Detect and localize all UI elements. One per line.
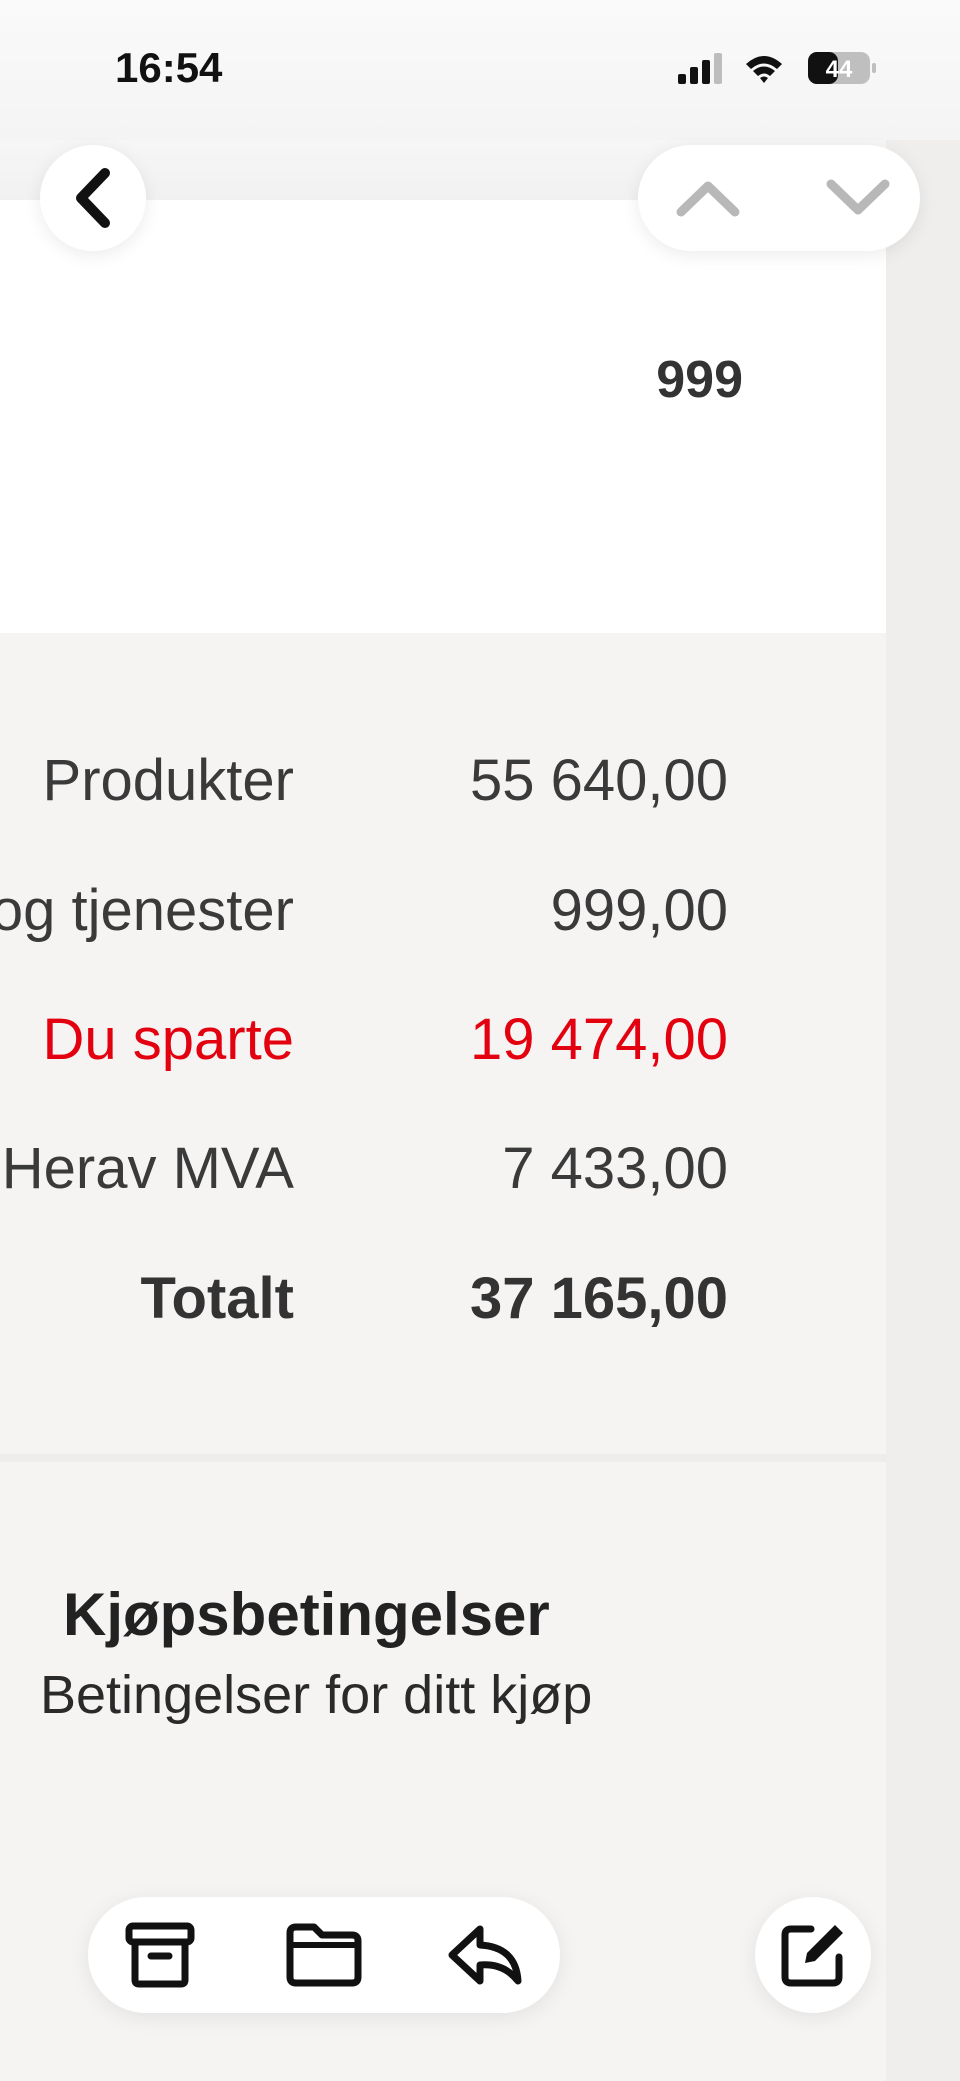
totals-row-products: Produkter 55 640,00 <box>0 747 886 817</box>
totals-row-services: og tjenester 999,00 <box>0 877 886 947</box>
signal-icon <box>678 53 722 84</box>
totals-value: 7 433,00 <box>502 1136 728 1201</box>
order-line-section: 999 <box>0 200 886 633</box>
next-message-button[interactable] <box>818 168 898 228</box>
status-icons: 44 <box>678 52 876 84</box>
folder-icon <box>286 1923 362 1987</box>
bottom-toolbar <box>88 1897 560 2013</box>
battery-level: 44 <box>826 56 853 83</box>
totals-label: Herav MVA <box>1 1136 294 1201</box>
section-divider <box>0 1454 886 1462</box>
terms-heading[interactable]: Kjøpsbetingelser <box>63 1580 550 1649</box>
totals-row-total: Totalt 37 165,00 <box>0 1265 886 1335</box>
compose-button[interactable] <box>755 1897 871 2013</box>
email-body: 999 Produkter 55 640,00 og tjenester 999… <box>0 200 886 2081</box>
totals-label: Totalt <box>140 1266 294 1331</box>
totals-label: Produkter <box>42 748 294 813</box>
totals-value: 55 640,00 <box>469 748 728 813</box>
line-item-amount: 999 <box>656 351 743 409</box>
archive-icon <box>125 1922 195 1988</box>
move-to-folder-button[interactable] <box>284 1917 364 1993</box>
chevron-up-icon <box>676 181 740 217</box>
terms-link[interactable]: Betingelser for ditt kjøp <box>40 1664 592 1726</box>
totals-value: 999,00 <box>550 878 728 943</box>
totals-value: 37 165,00 <box>469 1266 728 1331</box>
previous-message-button[interactable] <box>668 168 748 228</box>
status-bar: 16:54 44 <box>0 0 960 140</box>
back-button[interactable] <box>40 145 146 251</box>
battery-icon: 44 <box>808 52 876 84</box>
totals-row-vat: Herav MVA 7 433,00 <box>0 1135 886 1205</box>
chevron-down-icon <box>826 179 890 215</box>
message-navigation <box>638 145 920 251</box>
archive-button[interactable] <box>120 1917 200 1993</box>
back-chevron-icon <box>76 168 110 228</box>
totals-row-savings: Du sparte 19 474,00 <box>0 1006 886 1076</box>
totals-label: og tjenester <box>0 878 294 943</box>
totals-value: 19 474,00 <box>469 1007 728 1072</box>
reply-icon <box>448 1925 522 1985</box>
totals-label: Du sparte <box>42 1007 294 1072</box>
compose-icon <box>781 1925 843 1987</box>
reply-button[interactable] <box>446 1917 526 1993</box>
status-time: 16:54 <box>115 44 223 91</box>
wifi-icon <box>746 56 782 83</box>
